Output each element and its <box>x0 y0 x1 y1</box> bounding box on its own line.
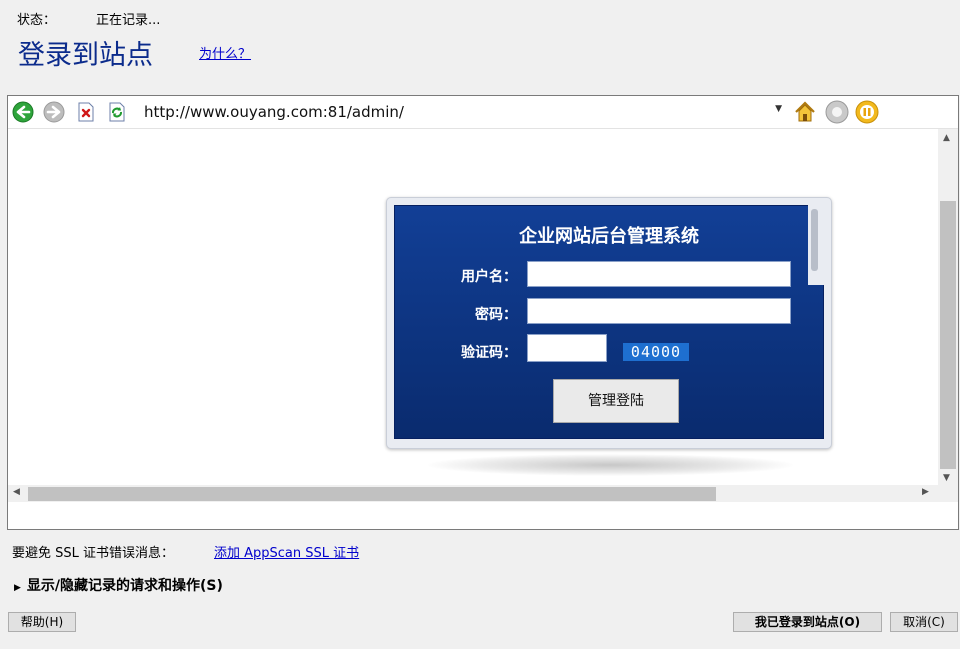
stop-icon[interactable] <box>75 101 97 123</box>
logged-in-button[interactable]: 我已登录到站点(O) <box>733 612 882 632</box>
toggle-recorded-requests[interactable]: ▶ 显示/隐藏记录的请求和操作(S) <box>14 575 223 595</box>
captcha-label: 验证码： <box>461 345 517 361</box>
cancel-button[interactable]: 取消(C) <box>890 612 958 632</box>
scrollbar-corner <box>938 485 958 502</box>
login-panel: 企业网站后台管理系统 用户名： 密码： 验证码： 04000 管理登陆 <box>386 197 832 449</box>
toggle-label: 显示/隐藏记录的请求和操作(S) <box>26 578 223 594</box>
login-panel-body: 企业网站后台管理系统 用户名： 密码： 验证码： 04000 管理登陆 <box>394 205 824 439</box>
back-icon[interactable] <box>12 101 34 123</box>
browser-viewport: 企业网站后台管理系统 用户名： 密码： 验证码： 04000 管理登陆 <box>8 129 938 485</box>
scroll-up-icon[interactable]: ▲ <box>943 133 950 143</box>
embedded-browser: http://www.ouyang.com:81/admin/ ▼ 企业网站后台… <box>7 95 959 530</box>
url-dropdown-icon[interactable]: ▼ <box>775 104 782 114</box>
home-icon[interactable] <box>793 100 817 124</box>
scroll-down-icon[interactable]: ▼ <box>943 473 950 483</box>
scroll-left-icon[interactable]: ◀ <box>13 487 20 497</box>
captcha-input[interactable] <box>527 334 607 362</box>
record-icon[interactable] <box>825 100 849 124</box>
status-label: 状态： <box>17 13 57 28</box>
horizontal-scroll-thumb[interactable] <box>28 487 716 501</box>
ssl-label: 要避免 SSL 证书错误消息： <box>12 546 175 561</box>
url-bar[interactable]: http://www.ouyang.com:81/admin/ ▼ <box>134 99 784 123</box>
help-button[interactable]: 帮助(H) <box>8 612 76 632</box>
page-title: 登录到站点 <box>18 40 153 71</box>
vertical-scrollbar[interactable]: ▲ ▼ <box>938 129 958 502</box>
vertical-scroll-thumb[interactable] <box>940 201 956 469</box>
add-ssl-cert-link[interactable]: 添加 AppScan SSL 证书 <box>214 542 359 561</box>
pause-icon[interactable] <box>855 100 879 124</box>
password-input[interactable] <box>527 298 791 324</box>
panel-shadow <box>428 454 793 476</box>
browser-toolbar: http://www.ouyang.com:81/admin/ ▼ <box>8 96 958 129</box>
password-label: 密码： <box>475 307 517 323</box>
why-link[interactable]: 为什么？ <box>199 43 251 62</box>
scroll-right-icon[interactable]: ▶ <box>922 487 929 497</box>
forward-icon[interactable] <box>43 101 65 123</box>
horizontal-scrollbar[interactable]: ◀ ▶ <box>8 485 938 502</box>
login-title: 企业网站后台管理系统 <box>519 226 699 247</box>
username-input[interactable] <box>527 261 791 287</box>
refresh-icon[interactable] <box>106 101 128 123</box>
expand-arrow-icon: ▶ <box>14 583 21 593</box>
username-label: 用户名： <box>461 269 517 285</box>
status-value: 正在记录... <box>96 13 161 28</box>
url-text: http://www.ouyang.com:81/admin/ <box>144 103 404 121</box>
admin-login-button[interactable]: 管理登陆 <box>553 379 679 423</box>
captcha-image[interactable]: 04000 <box>623 343 689 361</box>
